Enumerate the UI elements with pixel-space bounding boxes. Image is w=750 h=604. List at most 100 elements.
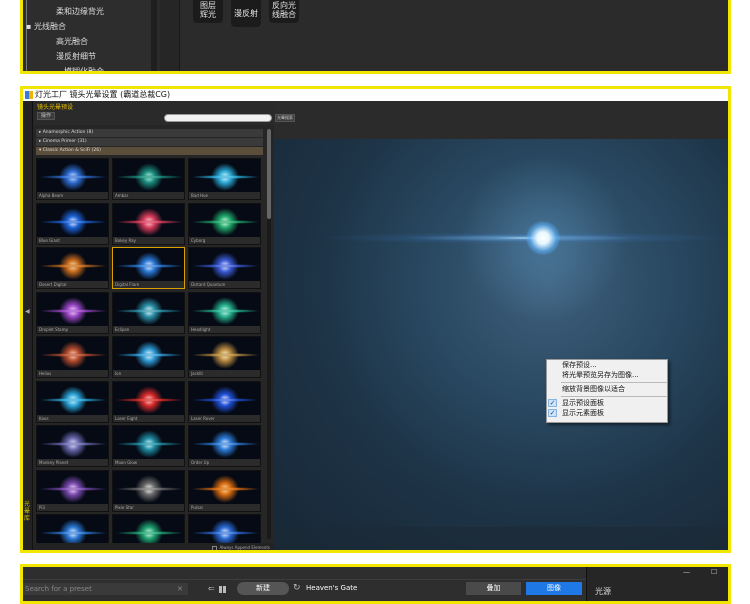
preset-thumbnail-label: Desert Digital	[37, 281, 108, 288]
new-button[interactable]: 新建	[237, 582, 289, 595]
preset-thumbnail-label: Bokey Ray	[113, 236, 184, 244]
library-footer: Always Append Elements	[34, 543, 274, 550]
reverse-light-blend-tool[interactable]: 反向光 线融合	[269, 0, 299, 23]
preset-thumbnail[interactable]: Laser Rover	[188, 380, 261, 423]
preset-thumbnail[interactable]: Alpha Beam	[36, 158, 109, 200]
flare-streak	[191, 353, 260, 357]
window-title: 灯光工厂 镜头光晕设置 (霸道总裁CG)	[35, 90, 171, 99]
menu-save-preview-image[interactable]: 将光晕预览另存为图像...	[547, 370, 667, 380]
preset-thumbnail-label: Blue Giant	[37, 236, 108, 244]
grid-view-icon[interactable]	[219, 586, 226, 593]
library-tag: 镜头光晕预设	[37, 104, 74, 111]
preset-thumbnail[interactable]: Bokey Ray	[112, 202, 185, 245]
diffuse-tool-label: 漫反射	[234, 9, 258, 18]
category-cinema-primer[interactable]: ▸ Cinema Primer (31)	[36, 138, 263, 146]
preset-thumbnail[interactable]: Pulsar	[188, 469, 261, 512]
preset-thumbnail[interactable]: Ion	[112, 336, 185, 378]
preset-thumbnail[interactable]: Digital Flare	[112, 247, 185, 289]
menu-separator	[561, 382, 667, 383]
menu-save-preset[interactable]: 保存预设...	[547, 360, 667, 370]
flare-streak	[115, 175, 184, 179]
preset-thumbnail[interactable]: Monkey Planet	[36, 425, 109, 467]
diffuse-tool[interactable]: 漫反射	[231, 0, 261, 27]
append-elements-checkbox[interactable]	[212, 545, 218, 550]
back-arrow-icon[interactable]: ⇐	[208, 583, 215, 595]
preset-thumbnail[interactable]: Headlight	[188, 291, 261, 334]
minimize-icon[interactable]: —	[683, 568, 690, 576]
window-titlebar: 灯光工厂 镜头光晕设置 (霸道总裁CG)	[23, 89, 728, 101]
source-panel-title: 光源	[595, 587, 611, 596]
search-button[interactable]: 光晕搜索	[275, 114, 295, 122]
flare-streak	[115, 397, 184, 402]
flare-streak	[115, 486, 184, 491]
preset-thumbnail[interactable]: Distant Quantum	[188, 247, 261, 289]
preset-thumbnail-label: Moon Glow	[113, 459, 184, 466]
layer-glow-tool[interactable]: 图层 辉光	[193, 0, 223, 23]
flare-streak	[191, 219, 260, 224]
preset-thumbnail[interactable]: Pi3	[36, 469, 109, 512]
tree-group-light-blend[interactable]: ▪ 光线融合	[26, 21, 66, 32]
flare-streak	[115, 531, 184, 535]
library-action-button[interactable]: 操作	[37, 112, 55, 120]
preset-search-field[interactable]: Search for a preset	[23, 583, 188, 595]
preset-thumbnail-label: Ambar	[113, 192, 184, 199]
preset-thumbnail-label: Pulsar	[189, 503, 260, 511]
maximize-icon[interactable]: ☐	[711, 568, 717, 576]
preset-thumbnail[interactable]: Laser Eight	[112, 380, 185, 423]
tree-item-blur-blend[interactable]: …模糊化融合	[56, 66, 104, 71]
tree-item-soft-edge-backlight[interactable]: 柔和边缘背光	[56, 6, 104, 17]
preset-thumbnail-label: Laser Rover	[189, 414, 260, 422]
tree-item-diffuse-detail[interactable]: 漫反射细节	[56, 51, 96, 62]
lens-flare-window: 灯光工厂 镜头光晕设置 (霸道总裁CG) ◀ 光晕库 镜头光晕预设 操作 ▸ A…	[20, 86, 731, 553]
preset-thumbnail[interactable]: Desert Digital	[36, 247, 109, 289]
collapse-arrow-icon[interactable]: ◀	[25, 308, 30, 315]
flare-streak	[191, 308, 260, 313]
preset-thumbnail[interactable]: Droplet Stamp	[36, 291, 109, 334]
refresh-icon[interactable]: ↻	[293, 582, 301, 595]
image-button[interactable]: 图像	[526, 582, 582, 595]
preset-thumbnail-label: Laser Eight	[113, 414, 184, 422]
tree-scrollbar[interactable]	[151, 0, 157, 71]
menu-scale-background[interactable]: 缩放背景图像以适合	[547, 384, 667, 394]
preset-thumbnail[interactable]: Kaos	[36, 380, 109, 423]
flare-streak	[191, 397, 260, 402]
preset-thumbnail[interactable]: Moon Glow	[112, 425, 185, 467]
preset-thumbnail[interactable]: Blue Giant	[36, 202, 109, 245]
preset-thumbnail[interactable]: Order Up	[188, 425, 261, 467]
tree-item-highlight-blend[interactable]: 高光融合	[56, 36, 88, 47]
preset-thumbnail[interactable]: Jacklit	[188, 336, 261, 378]
flare-preview-canvas[interactable]	[274, 139, 728, 550]
category-anamorphic[interactable]: ▸ Anamorphic Action (8)	[36, 129, 263, 137]
preset-thumbnail-label: Cyborg	[189, 236, 260, 244]
preset-thumbnail[interactable]: Pixie Star	[112, 469, 185, 512]
preset-library: 镜头光晕预设 操作 ▸ Anamorphic Action (8) ▸ Cine…	[34, 101, 274, 550]
preset-thumbnail[interactable]: Cyborg	[188, 202, 261, 245]
flare-streak	[39, 264, 108, 268]
menu-show-element-panel[interactable]: ✓ 显示元素面板	[547, 408, 667, 418]
tree-group-label: 光线融合	[33, 22, 66, 31]
tree-side-gutter	[160, 0, 180, 71]
flare-streak	[115, 308, 184, 313]
flare-streak	[191, 442, 260, 446]
preset-thumbnail-label: Helios	[37, 370, 108, 377]
library-scrollbar[interactable]	[267, 129, 271, 539]
preset-thumbnail[interactable]: Ambar	[112, 158, 185, 200]
flare-streak	[39, 486, 108, 491]
check-icon: ✓	[548, 399, 557, 407]
app-logo-icon	[25, 91, 33, 99]
preset-thumbnail[interactable]: Bad Hue	[188, 158, 261, 200]
preset-thumbnail-label: Bad Hue	[189, 192, 260, 199]
effect-tree: 柔和边缘背光 ▪ 光线融合 高光融合 漫反射细节 …模糊化融合	[23, 0, 157, 71]
clear-search-icon[interactable]: ✕	[177, 583, 183, 595]
add-button[interactable]: 叠加	[466, 582, 521, 595]
preset-search-input[interactable]	[164, 114, 272, 122]
menu-show-preset-panel[interactable]: ✓ 显示预设面板	[547, 398, 667, 408]
preset-thumbnail-label: Kaos	[37, 414, 108, 422]
category-classic-action[interactable]: ▾ Classic Action & SciFi (26)	[36, 147, 263, 155]
preset-thumbnail-label: Pi3	[37, 503, 108, 511]
flare-streak	[115, 442, 184, 446]
preset-thumbnail[interactable]: Helios	[36, 336, 109, 378]
side-strip: ◀ 光晕库	[23, 101, 33, 550]
preset-thumbnail[interactable]: Eclipse	[112, 291, 185, 334]
library-scroll-thumb[interactable]	[267, 129, 271, 219]
